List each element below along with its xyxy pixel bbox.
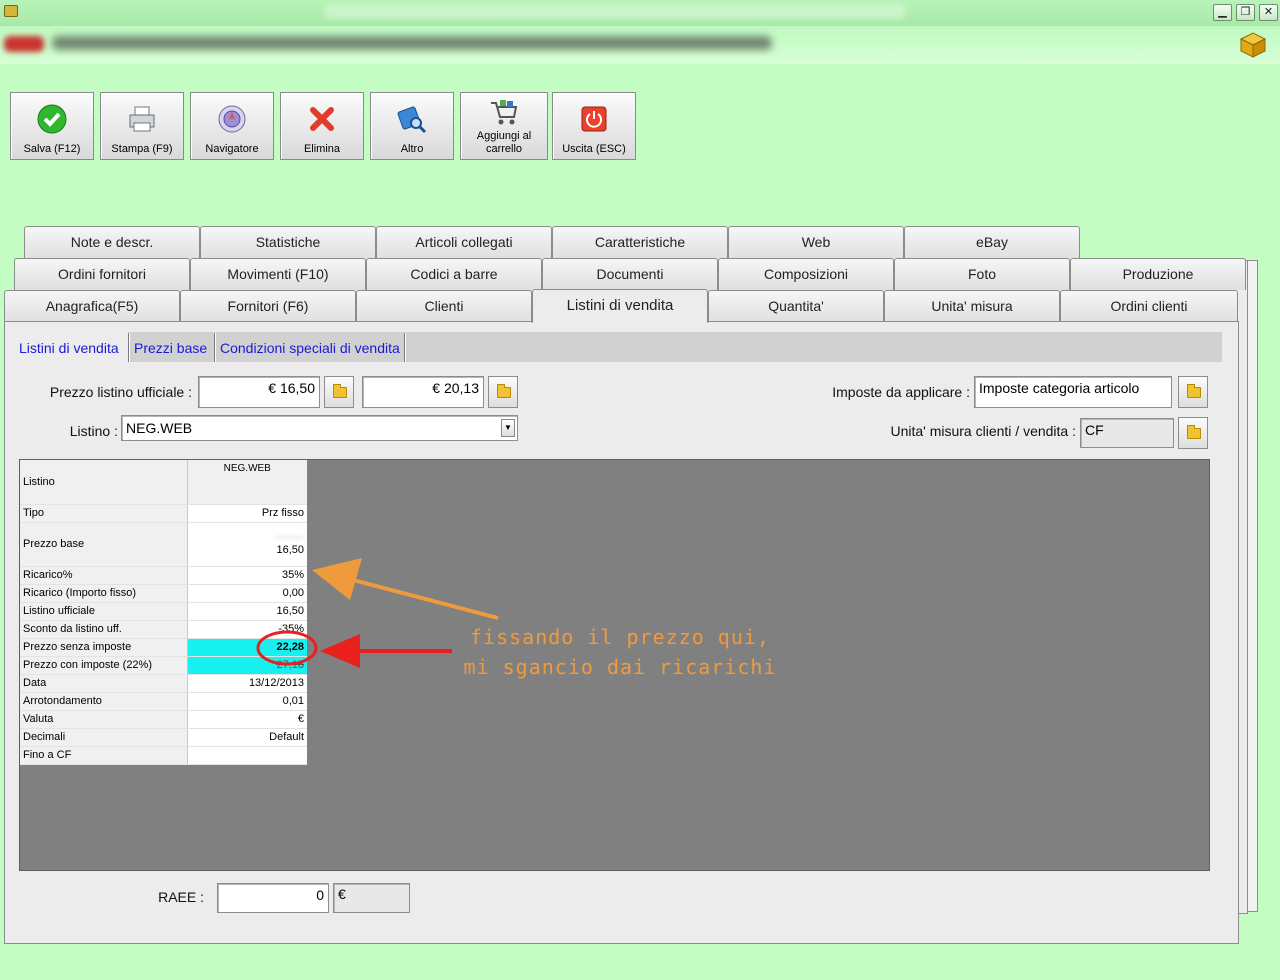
raee-label: RAEE :: [158, 889, 204, 905]
tab-sales-price-lists[interactable]: Listini di vendita: [532, 289, 708, 323]
annotation-line1: fissando il prezzo qui,: [470, 625, 770, 649]
raee-currency-field: €: [333, 883, 410, 913]
raee-field[interactable]: 0: [217, 883, 329, 913]
annotation-overlay: [256, 558, 499, 668]
red-arrow-head: [320, 634, 360, 668]
annotation-line2: mi sgancio dai ricarichi: [463, 655, 777, 679]
orange-arrow-head: [312, 558, 362, 600]
annotation-text: fissando il prezzo qui, mi sgancio dai r…: [455, 622, 785, 682]
red-circle-highlight: [256, 630, 318, 666]
